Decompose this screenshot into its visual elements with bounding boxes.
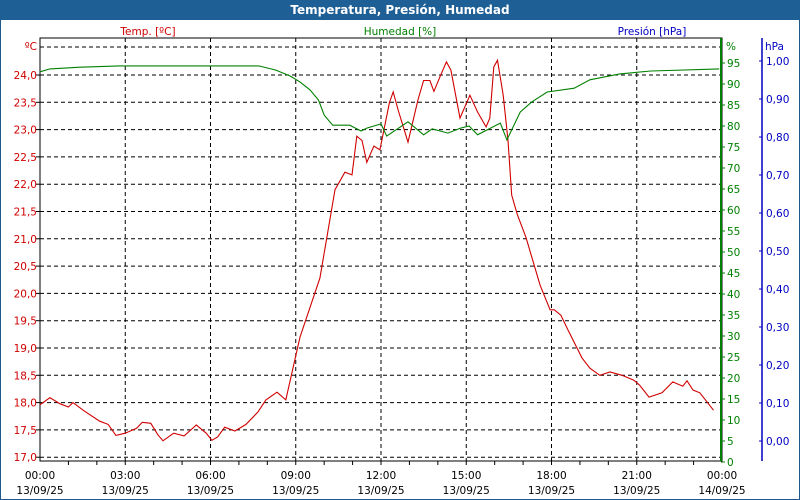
humidity-tick-label: 5: [727, 436, 734, 448]
humidity-tick-label: 15: [727, 394, 740, 406]
humidity-tick-label: 55: [727, 226, 740, 238]
x-tick-date: 13/09/25: [357, 485, 404, 497]
pressure-tick-label: 0,10: [766, 398, 789, 410]
pressure-tick-label: 0,30: [766, 322, 789, 334]
pressure-tick-label: 0,50: [766, 246, 789, 258]
humidity-tick-label: 95: [727, 58, 740, 70]
x-tick-date: 13/09/25: [187, 485, 234, 497]
pressure-tick-label: 0,90: [766, 94, 789, 106]
humidity-series-line: [39, 65, 720, 142]
humidity-tick-label: 30: [727, 331, 740, 343]
humidity-tick-label: 40: [727, 289, 740, 301]
temp-unit: ºC: [25, 41, 37, 53]
x-tick-date: 13/09/25: [16, 485, 63, 497]
chart-svg: 17,0 17,5 18,0 18,5 19,0 19,5 20,0 20,5 21,0 21,5…: [14, 26, 790, 497]
pressure-tick-label: 0,70: [766, 170, 789, 182]
pressure-unit: hPa: [765, 41, 784, 53]
x-tick-date: 13/09/25: [528, 485, 575, 497]
temp-tick-label: 19,5: [14, 316, 37, 328]
temp-tick-label: 21,5: [14, 207, 37, 219]
humidity-tick-label: 0: [727, 457, 734, 469]
x-tick-date: 14/09/25: [698, 485, 745, 497]
temp-tick-label: 22,0: [14, 179, 37, 191]
humidity-tick-label: 65: [727, 184, 740, 196]
pressure-tick-label: 0,00: [766, 436, 789, 448]
humidity-tick-label: 50: [727, 247, 740, 259]
humidity-tick-label: 85: [727, 100, 740, 112]
x-tick-time: 00:00: [707, 470, 737, 482]
x-tick-time: 00:00: [25, 470, 55, 482]
pressure-tick-label: 1,00: [766, 56, 789, 68]
temp-tick-label: 20,0: [14, 288, 37, 300]
humidity-tick-label: 25: [727, 352, 740, 364]
temperature-series-line: [39, 58, 714, 442]
x-tick-time: 12:00: [366, 470, 396, 482]
humidity-unit: %: [726, 41, 736, 53]
pressure-tick-label: 0,40: [766, 284, 789, 296]
pressure-axis-title: Presión [hPa]: [618, 26, 687, 38]
x-tick-time: 06:00: [195, 470, 225, 482]
pressure-tick-label: 0,60: [766, 208, 789, 220]
x-tick-time: 03:00: [110, 470, 140, 482]
temp-tick-label: 20,5: [14, 261, 37, 273]
temp-tick-label: 22,5: [14, 152, 37, 164]
x-tick-time: 15:00: [451, 470, 481, 482]
humidity-tick-label: 35: [727, 310, 740, 322]
humidity-tick-label: 20: [727, 373, 740, 385]
humidity-tick-label: 60: [727, 205, 740, 217]
temp-tick-label: 21,0: [14, 234, 37, 246]
x-tick-time: 21:00: [622, 470, 652, 482]
humidity-tick-label: 75: [727, 142, 740, 154]
temp-tick-label: 23,5: [14, 97, 37, 109]
pressure-tick-label: 0,80: [766, 132, 789, 144]
temp-tick-label: 18,0: [14, 398, 37, 410]
temp-tick-label: 24,0: [14, 70, 37, 82]
x-tick-time: 09:00: [281, 470, 311, 482]
x-tick-date: 13/09/25: [102, 485, 149, 497]
humidity-axis-title: Humedad [%]: [364, 26, 437, 38]
humidity-tick-label: 45: [727, 268, 740, 280]
temp-axis-title: Temp. [ºC]: [119, 26, 175, 38]
x-tick-time: 18:00: [536, 470, 566, 482]
temp-tick-label: 17,5: [14, 425, 37, 437]
x-tick-date: 13/09/25: [613, 485, 660, 497]
temp-tick-label: 23,0: [14, 125, 37, 137]
pressure-tick-label: 0,20: [766, 360, 789, 372]
x-tick-date: 13/09/25: [272, 485, 319, 497]
humidity-tick-label: 10: [727, 415, 740, 427]
humidity-tick-label: 90: [727, 79, 740, 91]
humidity-tick-label: 80: [727, 121, 740, 133]
temp-tick-label: 17,0: [14, 452, 37, 464]
humidity-tick-label: 70: [727, 163, 740, 175]
temp-tick-label: 18,5: [14, 370, 37, 382]
x-tick-date: 13/09/25: [443, 485, 490, 497]
temp-tick-label: 19,0: [14, 343, 37, 355]
